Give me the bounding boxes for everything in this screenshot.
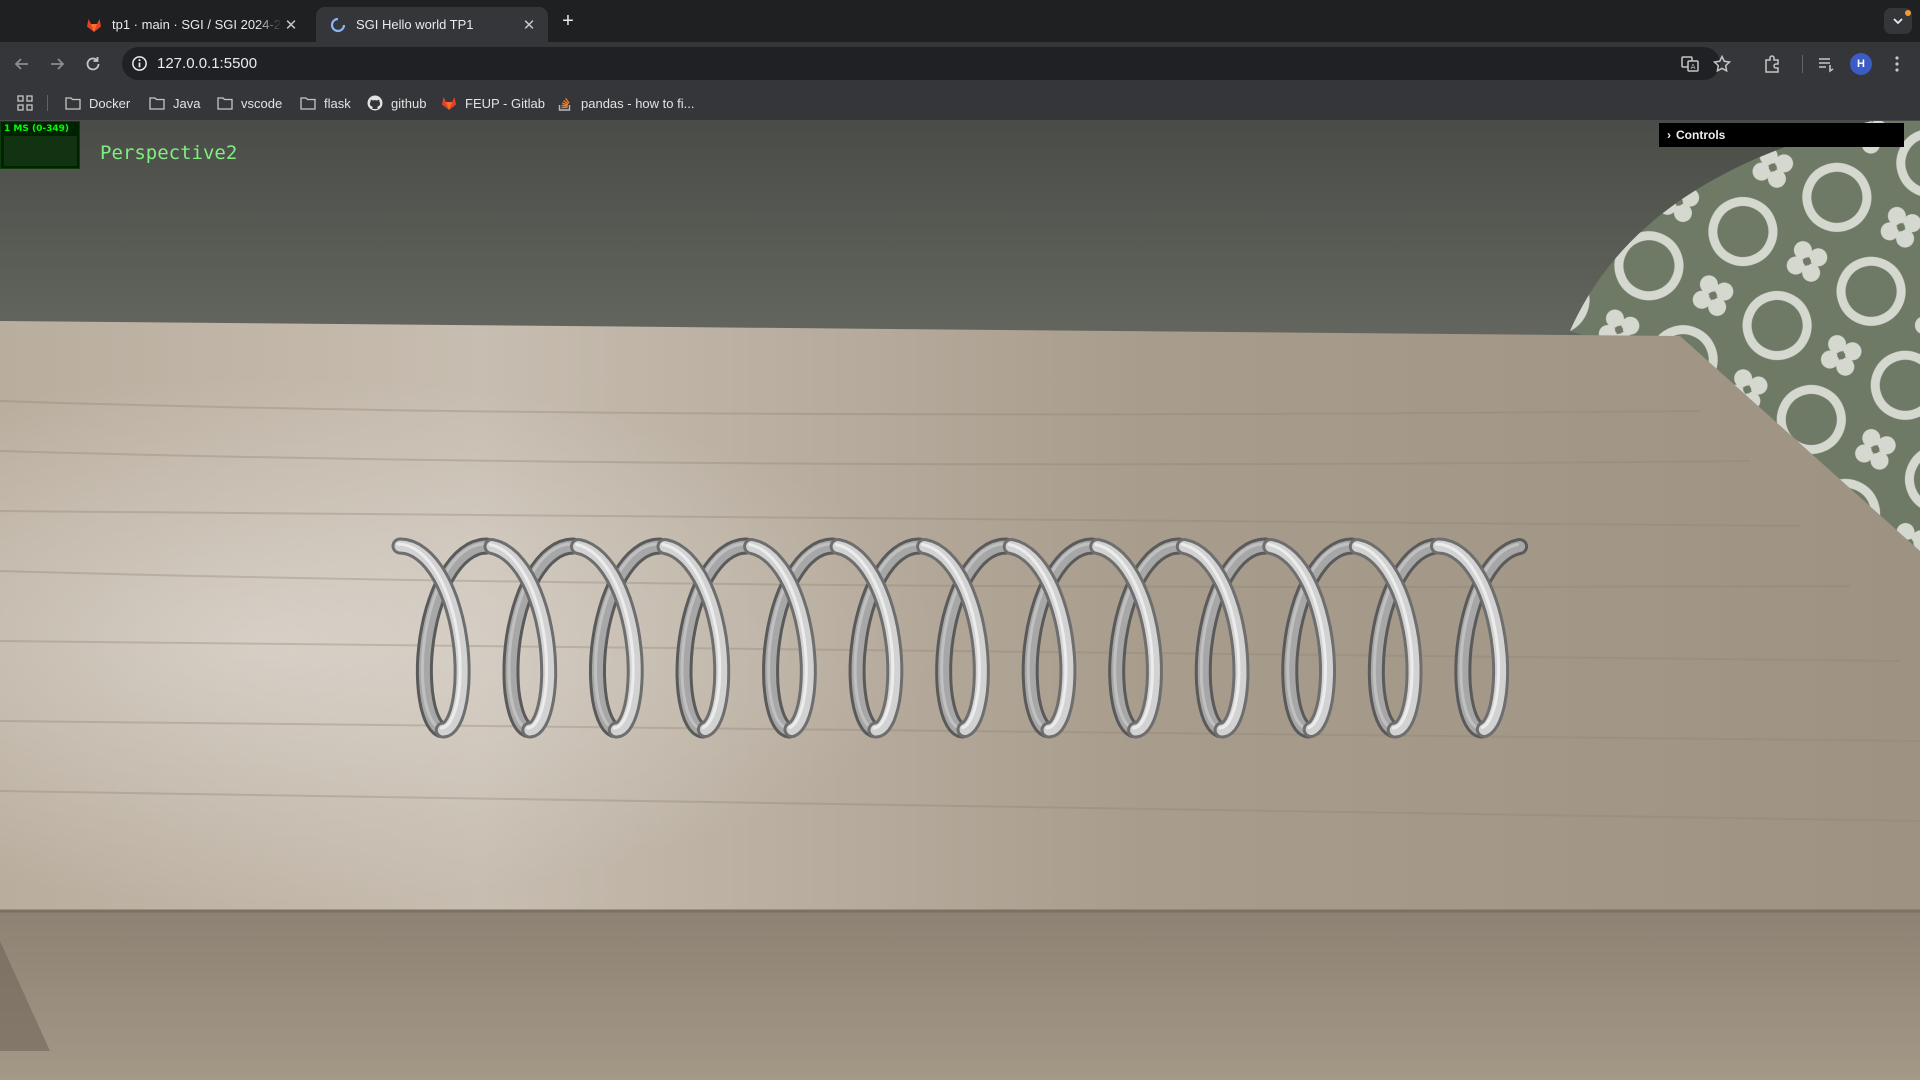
site-info-icon[interactable] bbox=[130, 54, 149, 73]
bookmark-docker[interactable]: Docker bbox=[65, 93, 130, 113]
chevron-right-icon: › bbox=[1667, 128, 1671, 142]
bookmark-label: Docker bbox=[89, 95, 131, 111]
bookmark-feup-gitlab[interactable]: FEUP - Gitlab bbox=[441, 93, 545, 113]
reload-button[interactable] bbox=[79, 50, 107, 78]
bookmark-label: FEUP - Gitlab bbox=[465, 95, 545, 111]
stackoverflow-icon bbox=[558, 98, 571, 111]
bookmarks-separator bbox=[47, 95, 48, 111]
more-menu-icon[interactable] bbox=[1887, 54, 1907, 74]
site-loading-icon bbox=[330, 17, 346, 32]
bookmark-java[interactable]: Java bbox=[149, 93, 200, 113]
forward-button[interactable] bbox=[43, 50, 71, 78]
bookmark-pandas[interactable]: pandas - how to fi... bbox=[557, 93, 694, 113]
bookmark-flask[interactable]: flask bbox=[300, 93, 351, 113]
github-icon bbox=[367, 95, 383, 111]
folder-icon bbox=[217, 97, 233, 110]
tab-gitlab[interactable]: tp1 · main · SGI / SGI 2024-20 ✕ bbox=[72, 7, 310, 42]
translate-icon[interactable]: A bbox=[1680, 54, 1700, 74]
bookmark-label: pandas - how to fi... bbox=[581, 95, 695, 111]
new-tab-button[interactable]: + bbox=[557, 10, 579, 32]
bookmarks-bar: Docker Java vscode flask github FEUP - G… bbox=[0, 85, 1920, 121]
tab-sgi-hello-world[interactable]: SGI Hello world TP1 ✕ bbox=[316, 7, 548, 42]
bookmark-label: flask bbox=[324, 95, 351, 111]
webgl-canvas[interactable]: 1 MS (0-349) Perspective2 › Controls bbox=[0, 121, 1920, 1080]
tab-title: tp1 · main · SGI / SGI 2024-20 bbox=[112, 17, 282, 32]
reload-icon bbox=[86, 57, 100, 71]
close-tab-icon[interactable]: ✕ bbox=[520, 16, 538, 34]
gitlab-icon bbox=[442, 97, 456, 110]
notification-dot bbox=[1905, 10, 1911, 16]
arrow-right-icon bbox=[51, 58, 65, 70]
apps-grid-icon[interactable] bbox=[17, 95, 33, 111]
chevron-down-icon bbox=[1893, 18, 1903, 25]
back-button[interactable] bbox=[8, 50, 36, 78]
url-text[interactable]: 127.0.0.1:5500 bbox=[157, 55, 257, 72]
address-bar[interactable]: 127.0.0.1:5500 A bbox=[122, 47, 1732, 80]
browser-toolbar: 127.0.0.1:5500 A H bbox=[0, 42, 1920, 85]
bookmark-label: Java bbox=[173, 95, 201, 111]
tab-title: SGI Hello world TP1 bbox=[356, 17, 474, 32]
bookmark-vscode[interactable]: vscode bbox=[217, 93, 282, 113]
tab-search-button[interactable] bbox=[1884, 8, 1912, 34]
arrow-left-icon bbox=[14, 58, 28, 70]
controls-title: Controls bbox=[1676, 128, 1726, 142]
profile-avatar[interactable]: H bbox=[1850, 53, 1872, 75]
stats-graph bbox=[4, 136, 77, 166]
bookmark-star-icon[interactable] bbox=[1712, 54, 1732, 74]
scene-render bbox=[0, 121, 1920, 1080]
folder-icon bbox=[300, 97, 316, 110]
tab-strip: tp1 · main · SGI / SGI 2024-20 ✕ SGI Hel… bbox=[0, 0, 1920, 42]
bookmark-label: vscode bbox=[241, 95, 283, 111]
toolbar-separator bbox=[1802, 55, 1803, 73]
camera-label: Perspective2 bbox=[100, 142, 238, 164]
extensions-icon[interactable] bbox=[1762, 54, 1782, 74]
gitlab-icon bbox=[87, 18, 101, 32]
stats-label: 1 MS (0-349) bbox=[4, 124, 69, 134]
folder-icon bbox=[65, 97, 81, 110]
controls-panel-toggle[interactable]: › Controls bbox=[1659, 123, 1904, 147]
bookmark-github[interactable]: github bbox=[367, 93, 426, 113]
close-tab-icon[interactable]: ✕ bbox=[282, 16, 300, 34]
table-front-edge bbox=[0, 911, 1920, 1080]
bookmark-label: github bbox=[391, 95, 427, 111]
folder-icon bbox=[149, 97, 165, 110]
svg-text:A: A bbox=[1691, 63, 1696, 71]
stats-panel: 1 MS (0-349) bbox=[0, 121, 80, 169]
reading-list-icon[interactable] bbox=[1816, 54, 1836, 74]
